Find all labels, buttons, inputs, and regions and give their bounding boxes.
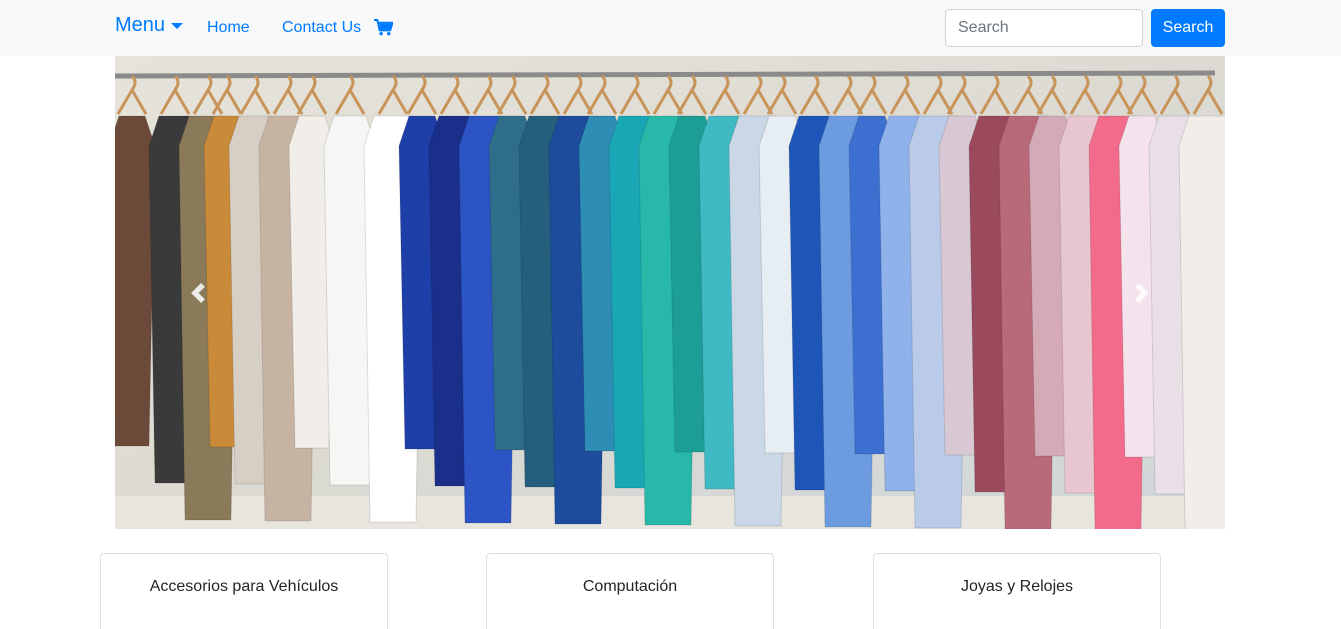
chevron-left-icon	[191, 282, 205, 303]
search-input[interactable]	[945, 9, 1143, 47]
menu-label: Menu	[115, 14, 166, 36]
category-card-joyas[interactable]: Joyas y Relojes	[873, 553, 1161, 629]
chevron-right-icon	[1135, 282, 1149, 303]
category-card-title: Accesorios para Vehículos	[149, 578, 339, 595]
category-card-computacion[interactable]: Computación	[486, 553, 774, 629]
carousel	[115, 56, 1225, 529]
category-card-accesorios[interactable]: Accesorios para Vehículos	[100, 553, 388, 629]
category-card-title: Joyas y Relojes	[960, 578, 1074, 595]
nav-link-home[interactable]: Home	[207, 19, 250, 37]
caret-down-icon	[171, 23, 184, 29]
category-card-title: Computación	[582, 578, 678, 595]
nav-link-contact-us[interactable]: Contact Us	[282, 19, 361, 37]
navbar: Menu Home Contact Us Search	[0, 0, 1341, 56]
search-button[interactable]: Search	[1151, 9, 1225, 47]
shopping-cart-icon[interactable]	[374, 18, 394, 36]
carousel-prev-button[interactable]	[115, 56, 281, 529]
menu-dropdown-toggle[interactable]: Menu	[115, 14, 184, 37]
carousel-next-button[interactable]	[1059, 56, 1225, 529]
